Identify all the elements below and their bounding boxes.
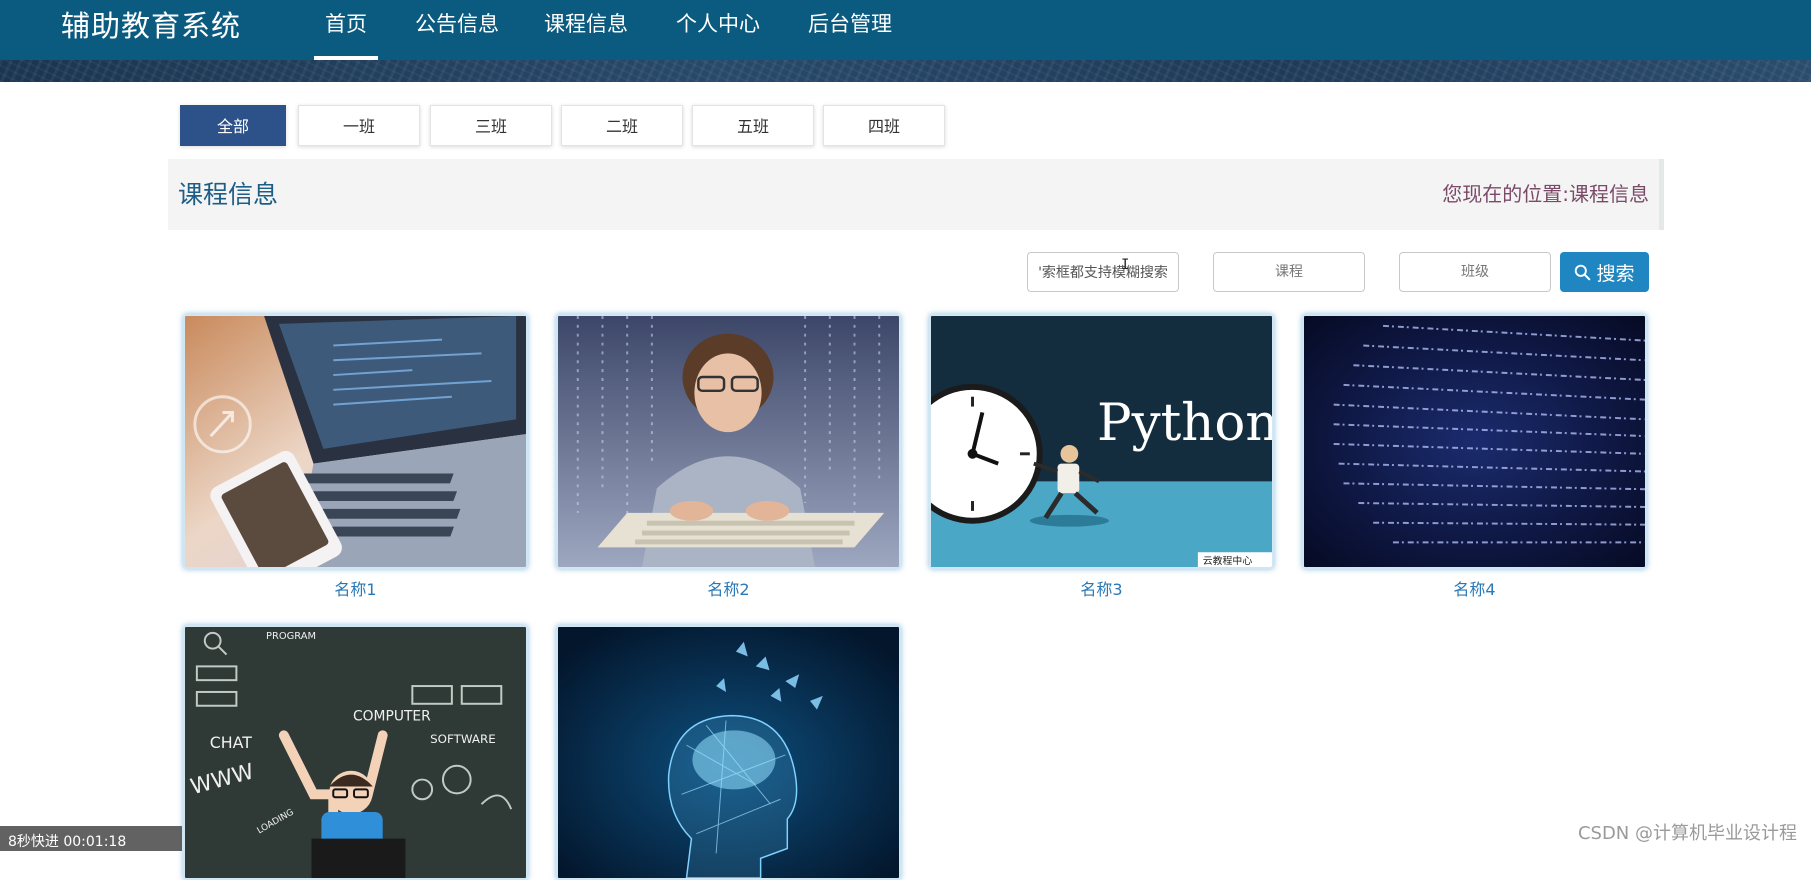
code-stream-photo-icon[interactable] [1302,314,1647,569]
video-player-status: 8秒快进 00:01:18 [0,826,182,851]
search-icon [1575,264,1591,280]
nav-home[interactable]: 首页 [314,0,378,60]
nav-admin[interactable]: 后台管理 [805,0,895,60]
category-tab-class-4[interactable]: 四班 [823,105,945,146]
chalk-word-chat: CHAT [210,733,253,752]
text-cursor-icon: I [1121,257,1130,273]
chalk-word-program: PROGRAM [266,631,316,642]
chalk-word-software: SOFTWARE [430,732,496,746]
breadcrumb-label: 您现在的位置: [1442,182,1569,206]
search-button-label: 搜索 [1596,262,1635,285]
course-card-title[interactable]: 名称3 [929,576,1274,600]
section-title: 课程信息 [178,180,279,209]
python-clock-photo-icon[interactable]: Python 云教程中心 [929,314,1274,569]
chalk-word-computer: COMPUTER [353,709,431,725]
breadcrumb-current[interactable]: 课程信息 [1569,182,1649,206]
course-card-title[interactable]: 名称2 [556,576,901,600]
kid-chalkboard-photo-icon[interactable]: PROGRAM CHAT WWW COMPUTER SOFTWARE LOADI… [183,625,528,880]
keyword-search-input[interactable] [1027,252,1179,292]
class-search-input[interactable] [1399,252,1551,292]
course-search-input[interactable] [1213,252,1365,292]
csdn-watermark: CSDN @计算机毕业设计程 [1577,823,1797,844]
boy-keyboard-photo-icon[interactable] [556,314,901,569]
breadcrumb: 您现在的位置:课程信息 [1442,159,1649,230]
laptop-photo-icon[interactable] [183,314,528,569]
nav-profile[interactable]: 个人中心 [673,0,763,60]
course-card-title[interactable]: 名称1 [183,576,528,600]
nav-notices[interactable]: 公告信息 [412,0,502,60]
python-logo-text: Python [1097,393,1272,453]
category-tab-class-1[interactable]: 一班 [298,105,420,146]
course-card-title[interactable]: 名称4 [1302,576,1647,600]
image-badge-text: 云教程中心 [1203,554,1253,567]
category-tab-class-3[interactable]: 三班 [430,105,552,146]
category-tab-all[interactable]: 全部 [180,105,286,146]
search-button[interactable]: 搜索 [1560,252,1649,292]
site-brand[interactable]: 辅助教育系统 [61,6,241,46]
ai-head-photo-icon[interactable] [556,625,901,880]
section-header: 课程信息 您现在的位置:课程信息 [168,159,1664,230]
banner-strip [0,60,1811,82]
top-navbar: 辅助教育系统 首页 公告信息 课程信息 个人中心 后台管理 [0,0,1811,60]
nav-courses[interactable]: 课程信息 [541,0,631,60]
category-tab-class-5[interactable]: 五班 [692,105,814,146]
category-tab-class-2[interactable]: 二班 [561,105,683,146]
